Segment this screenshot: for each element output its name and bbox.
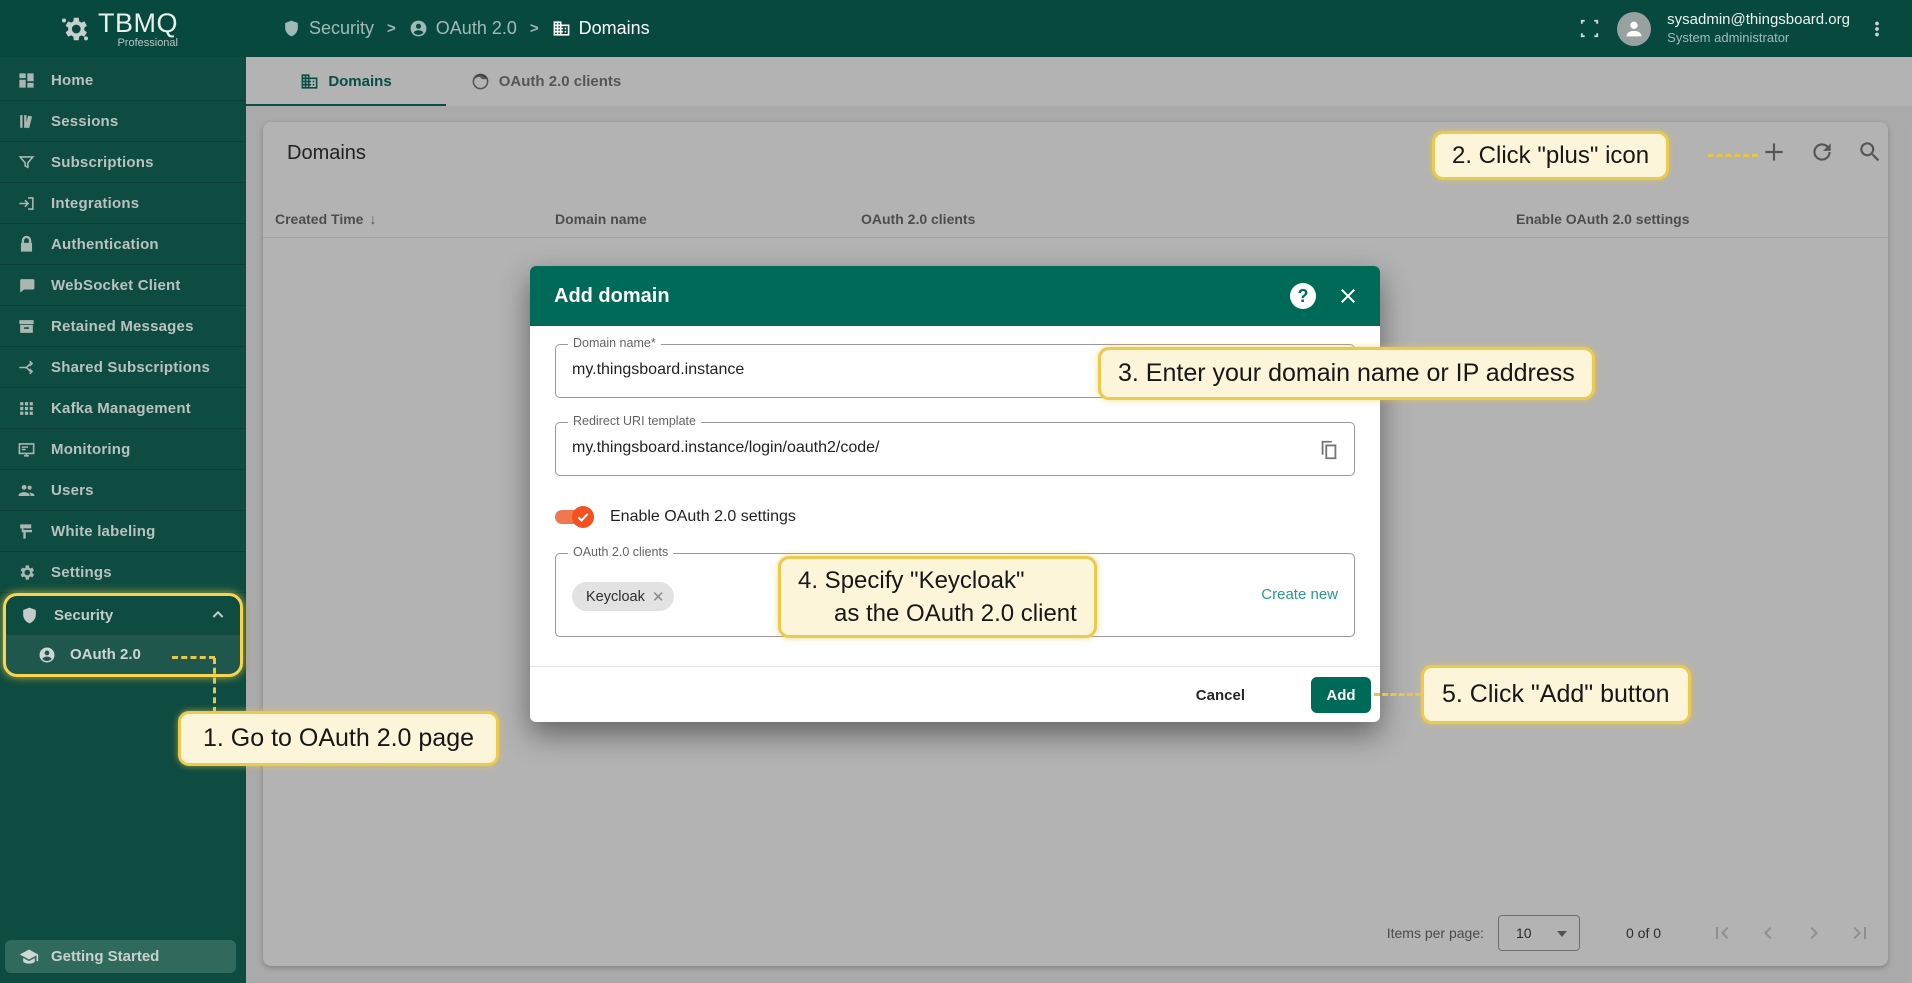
user-role: System administrator <box>1667 30 1850 46</box>
create-new-link[interactable]: Create new <box>1261 586 1338 603</box>
callout-step5: 5. Click "Add" button <box>1421 665 1691 724</box>
tbmq-logo-icon <box>60 14 90 44</box>
dialog-divider <box>530 666 1380 667</box>
sidebar-item-home[interactable]: Home <box>0 60 246 101</box>
fullscreen-icon[interactable] <box>1578 17 1601 40</box>
sidebar-item-authentication[interactable]: Authentication <box>0 224 246 265</box>
sidebar-item-users[interactable]: Users <box>0 470 246 511</box>
add-domain-dialog: Add domain ? Domain name* Redirect URI t… <box>530 266 1380 722</box>
input-icon <box>17 194 36 213</box>
breadcrumb-separator: > <box>387 20 396 37</box>
toggle-label: Enable OAuth 2.0 settings <box>610 508 796 526</box>
copy-icon[interactable] <box>1318 439 1340 461</box>
sidebar-item-retained-messages[interactable]: Retained Messages <box>0 306 246 347</box>
breadcrumb-oauth[interactable]: OAuth 2.0 <box>409 18 517 39</box>
connector-step2 <box>1708 154 1758 157</box>
sidebar-item-subscriptions[interactable]: Subscriptions <box>0 142 246 183</box>
more-vert-icon[interactable] <box>1866 18 1888 40</box>
dialog-header: Add domain ? <box>530 266 1380 326</box>
sidebar-item-security[interactable]: Security <box>6 596 240 634</box>
archive-icon <box>17 317 36 336</box>
connector-step1-vertical <box>213 658 216 713</box>
sidebar: Home Sessions Subscriptions Integrations… <box>0 57 246 983</box>
shield-icon <box>282 19 301 38</box>
lock-icon <box>17 235 36 254</box>
account-circle-icon <box>38 646 56 664</box>
breadcrumb-domains[interactable]: Domains <box>552 18 650 39</box>
callout-step3: 3. Enter your domain name or IP address <box>1098 347 1595 400</box>
callout-step1: 1. Go to OAuth 2.0 page <box>178 711 499 766</box>
sidebar-item-oauth[interactable]: OAuth 2.0 <box>6 634 240 674</box>
breadcrumb-security[interactable]: Security <box>282 18 374 39</box>
sidebar-item-kafka-management[interactable]: Kafka Management <box>0 388 246 429</box>
sidebar-item-websocket-client[interactable]: WebSocket Client <box>0 265 246 306</box>
school-icon <box>19 947 39 967</box>
redirect-uri-label: Redirect URI template <box>568 414 701 428</box>
callout-step2: 2. Click "plus" icon <box>1432 131 1669 180</box>
cancel-button[interactable]: Cancel <box>1186 679 1255 712</box>
top-header: TBMQ Professional Security > OAuth 2.0 >… <box>0 0 1912 57</box>
sidebar-item-sessions[interactable]: Sessions <box>0 101 246 142</box>
toggle-thumb <box>572 506 594 528</box>
sidebar-item-monitoring[interactable]: Monitoring <box>0 429 246 470</box>
domain-icon <box>552 19 571 38</box>
sidebar-item-white-labeling[interactable]: White labeling <box>0 511 246 552</box>
tbmq-logo[interactable]: TBMQ Professional <box>60 8 178 49</box>
keycloak-chip[interactable]: Keycloak ✕ <box>572 582 674 611</box>
connector-step1-horizontal <box>172 656 215 659</box>
paint-icon <box>17 522 36 541</box>
redirect-uri-field[interactable]: Redirect URI template <box>555 422 1355 476</box>
enable-oauth-toggle-row: Enable OAuth 2.0 settings <box>555 505 796 529</box>
user-info[interactable]: sysadmin@thingsboard.org System administ… <box>1667 11 1850 46</box>
chevron-up-icon <box>210 607 226 623</box>
chip-remove-icon[interactable]: ✕ <box>652 588 665 606</box>
dialog-title: Add domain <box>554 285 670 308</box>
sidebar-item-integrations[interactable]: Integrations <box>0 183 246 224</box>
getting-started-button[interactable]: Getting Started <box>5 940 236 973</box>
user-email: sysadmin@thingsboard.org <box>1667 11 1850 30</box>
breadcrumb-separator: > <box>530 20 539 37</box>
people-icon <box>17 481 36 500</box>
enable-oauth-toggle[interactable] <box>555 510 591 524</box>
gear-icon <box>17 563 36 582</box>
sidebar-item-settings[interactable]: Settings <box>0 552 246 593</box>
apps-grid-icon <box>17 399 36 418</box>
redirect-uri-input[interactable] <box>572 439 1232 457</box>
oauth-clients-label: OAuth 2.0 clients <box>568 545 673 559</box>
sidebar-item-shared-subscriptions[interactable]: Shared Subscriptions <box>0 347 246 388</box>
check-icon <box>576 510 590 524</box>
help-icon[interactable]: ? <box>1290 283 1316 309</box>
account-circle-icon <box>409 19 428 38</box>
add-button[interactable]: Add <box>1311 677 1371 713</box>
domain-name-label: Domain name* <box>568 336 661 350</box>
connector-step5 <box>1374 693 1421 696</box>
monitor-icon <box>17 440 36 459</box>
filter-icon <box>17 153 36 172</box>
chat-icon <box>17 276 36 295</box>
close-icon[interactable] <box>1336 284 1360 308</box>
person-icon <box>1623 18 1645 40</box>
sidebar-security-group: Security OAuth 2.0 <box>3 593 243 677</box>
dashboard-icon <box>17 71 36 90</box>
breadcrumb: Security > OAuth 2.0 > Domains <box>282 0 650 57</box>
shield-icon <box>20 606 39 625</box>
callout-step4: 4. Specify "Keycloak" as the OAuth 2.0 c… <box>778 556 1097 638</box>
user-avatar[interactable] <box>1617 12 1651 46</box>
logo-title: TBMQ <box>98 8 178 39</box>
book-icon <box>17 112 36 131</box>
branch-icon <box>17 358 36 377</box>
